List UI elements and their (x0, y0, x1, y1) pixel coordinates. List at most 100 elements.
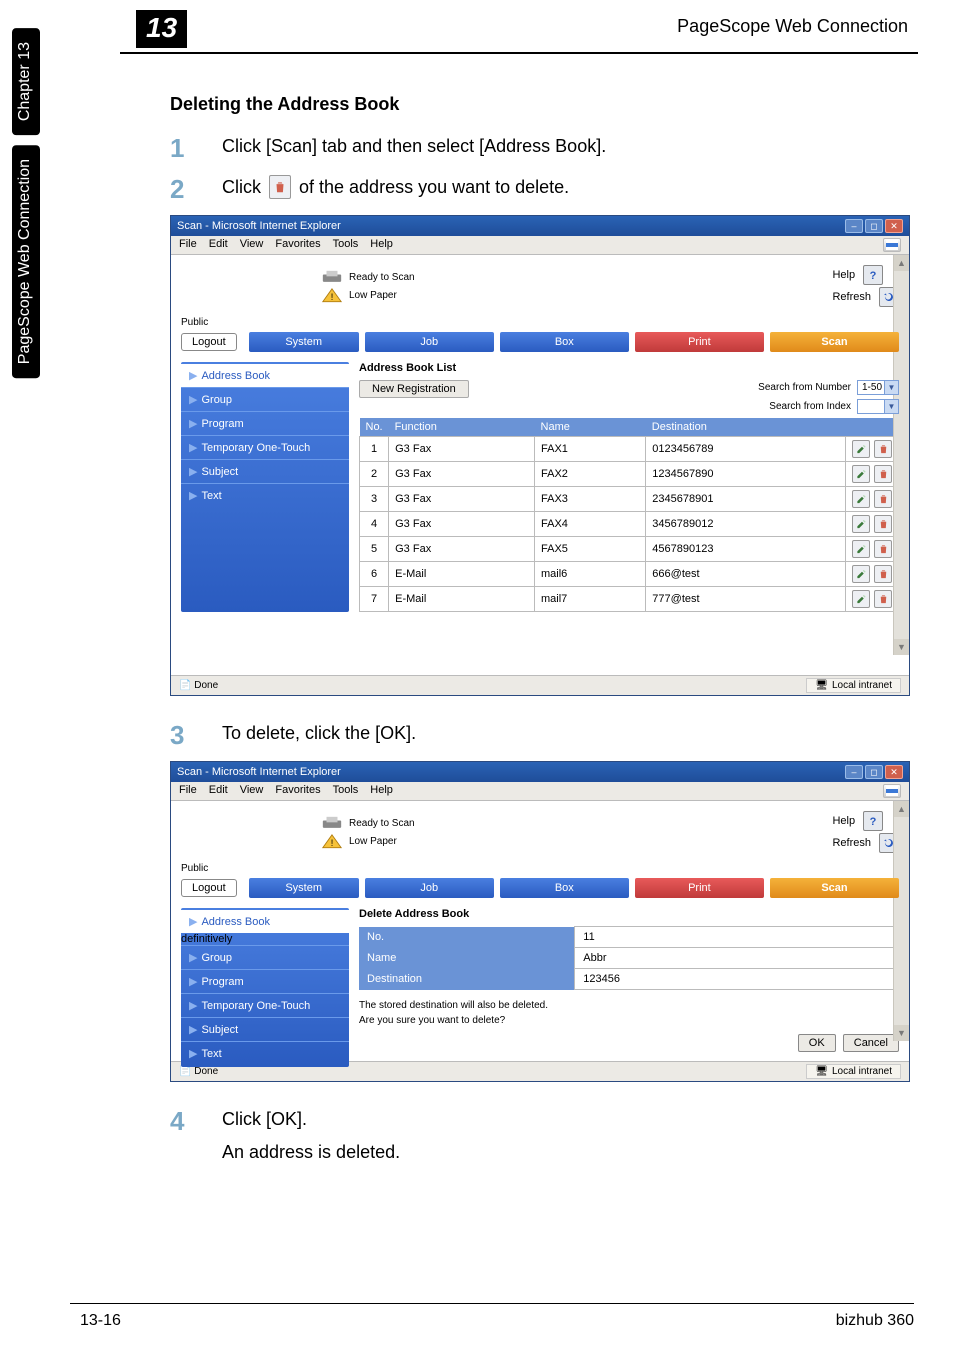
edit-icon[interactable] (852, 490, 870, 508)
cell-destination: 777@test (646, 587, 846, 612)
scroll-down-icon[interactable]: ▼ (894, 1025, 909, 1041)
tab-job[interactable]: Job (365, 332, 494, 352)
tab-box[interactable]: Box (500, 878, 629, 898)
step-subtext: An address is deleted. (222, 1142, 400, 1163)
step-text: Click [Scan] tab and then select [Addres… (222, 133, 606, 159)
cell-name: FAX1 (535, 437, 646, 462)
search-index-select[interactable]: ▼ (857, 399, 899, 414)
sidemenu-temporary[interactable]: ▶Temporary One-Touch (181, 993, 349, 1017)
vertical-scrollbar[interactable]: ▲ ▼ (893, 801, 909, 1041)
status-done: Done (194, 1066, 218, 1077)
window-title: Scan - Microsoft Internet Explorer (177, 766, 341, 778)
sidemenu-program[interactable]: ▶Program (181, 969, 349, 993)
search-number-select[interactable]: 1-50▼ (857, 380, 899, 395)
kv-dest-label: Destination (359, 969, 575, 990)
logout-button[interactable]: Logout (181, 879, 237, 897)
trash-icon[interactable] (874, 490, 892, 508)
chevron-down-icon[interactable]: ▼ (884, 400, 898, 413)
trash-icon[interactable] (874, 590, 892, 608)
tab-system[interactable]: System (249, 332, 359, 352)
tab-box[interactable]: Box (500, 332, 629, 352)
col-destination: Destination (646, 418, 846, 437)
menu-file[interactable]: File (179, 784, 197, 798)
trash-icon[interactable] (874, 465, 892, 483)
scroll-down-icon[interactable]: ▼ (894, 639, 909, 655)
maximize-button[interactable]: ◻ (865, 765, 883, 779)
sidemenu-text[interactable]: ▶Text (181, 483, 349, 507)
cell-name: FAX5 (535, 537, 646, 562)
trash-icon[interactable] (874, 565, 892, 583)
cell-function: G3 Fax (389, 462, 535, 487)
menu-favorites[interactable]: Favorites (275, 784, 320, 798)
close-button[interactable]: ✕ (885, 219, 903, 233)
scroll-up-icon[interactable]: ▲ (894, 255, 909, 271)
menu-view[interactable]: View (240, 238, 264, 252)
menu-help[interactable]: Help (370, 784, 393, 798)
sidemenu-temporary[interactable]: ▶Temporary One-Touch (181, 435, 349, 459)
cell-no: 6 (360, 562, 389, 587)
menu-edit[interactable]: Edit (209, 784, 228, 798)
tab-print[interactable]: Print (635, 332, 764, 352)
tab-scan[interactable]: Scan (770, 332, 899, 352)
chevron-down-icon[interactable]: ▼ (884, 381, 898, 394)
ie-logo-icon (883, 784, 901, 798)
close-button[interactable]: ✕ (885, 765, 903, 779)
edit-icon[interactable] (852, 590, 870, 608)
edit-icon[interactable] (852, 565, 870, 583)
help-icon[interactable]: ? (863, 811, 883, 831)
menu-file[interactable]: File (179, 238, 197, 252)
confirm-msg-1: The stored destination will also be dele… (359, 1000, 899, 1011)
edit-icon[interactable] (852, 465, 870, 483)
edit-icon[interactable] (852, 440, 870, 458)
minimize-button[interactable]: – (845, 765, 863, 779)
vertical-scrollbar[interactable]: ▲ ▼ (893, 255, 909, 655)
scroll-up-icon[interactable]: ▲ (894, 801, 909, 817)
window-titlebar: Scan - Microsoft Internet Explorer – ◻ ✕ (171, 762, 909, 782)
table-row: 3G3 FaxFAX32345678901 (360, 487, 899, 512)
sidemenu-address-book[interactable]: ▶Address Book (181, 910, 349, 933)
public-label: Public (181, 863, 899, 874)
col-name: Name (535, 418, 646, 437)
tab-print[interactable]: Print (635, 878, 764, 898)
menu-tools[interactable]: Tools (333, 238, 359, 252)
new-registration-button[interactable]: New Registration (359, 380, 469, 398)
menu-edit[interactable]: Edit (209, 238, 228, 252)
edit-icon[interactable] (852, 540, 870, 558)
trash-icon[interactable] (874, 515, 892, 533)
sidemenu-subject[interactable]: ▶Subject (181, 459, 349, 483)
menu-help[interactable]: Help (370, 238, 393, 252)
trash-icon[interactable] (874, 540, 892, 558)
maximize-button[interactable]: ◻ (865, 219, 883, 233)
status-low-paper: Low Paper (349, 836, 397, 847)
sidemenu-text[interactable]: ▶Text (181, 1041, 349, 1065)
delete-details-table: No.11 NameAbbr Destination123456 (359, 926, 899, 990)
status-ready: Ready to Scan (349, 272, 415, 283)
edit-icon[interactable] (852, 515, 870, 533)
step-number: 3 (170, 720, 222, 751)
tab-system[interactable]: System (249, 878, 359, 898)
screenshot-2: Scan - Microsoft Internet Explorer – ◻ ✕… (170, 761, 910, 1082)
step-4: 4 Click [OK]. An address is deleted. (170, 1106, 918, 1163)
sidemenu-group[interactable]: ▶Group (181, 945, 349, 969)
sidemenu-address-book[interactable]: ▶Address Book (181, 364, 349, 387)
trash-icon[interactable] (874, 440, 892, 458)
menu-tools[interactable]: Tools (333, 784, 359, 798)
menu-view[interactable]: View (240, 784, 264, 798)
cell-name: mail7 (535, 587, 646, 612)
search-index-label: Search from Index (769, 401, 851, 412)
tab-job[interactable]: Job (365, 878, 494, 898)
cell-no: 4 (360, 512, 389, 537)
sidemenu-group[interactable]: ▶Group (181, 387, 349, 411)
logout-button[interactable]: Logout (181, 333, 237, 351)
cell-function: G3 Fax (389, 537, 535, 562)
menu-favorites[interactable]: Favorites (275, 238, 320, 252)
minimize-button[interactable]: – (845, 219, 863, 233)
tab-scan[interactable]: Scan (770, 878, 899, 898)
sidemenu-subject[interactable]: ▶Subject (181, 1017, 349, 1041)
ok-button[interactable]: OK (798, 1034, 836, 1052)
step-2: 2 Click of the address you want to delet… (170, 174, 918, 205)
sidemenu-program[interactable]: ▶Program (181, 411, 349, 435)
status-done: Done (194, 680, 218, 691)
cancel-button[interactable]: Cancel (843, 1034, 899, 1052)
help-icon[interactable]: ? (863, 265, 883, 285)
